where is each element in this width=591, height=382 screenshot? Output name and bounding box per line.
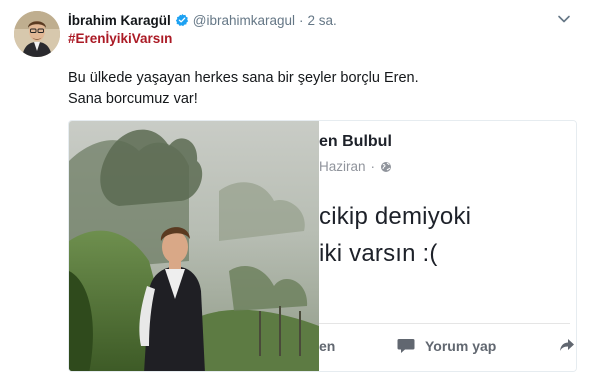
tweet-header: İbrahim Karagül @ibrahimkaragul · 2 sa. (68, 11, 337, 29)
avatar[interactable] (14, 11, 60, 57)
tweet-media[interactable]: en Bulbul Haziran · cikip demiyoki iki v… (68, 120, 577, 372)
fb-post-text-line: cikip demiyoki (319, 203, 472, 230)
media-photo[interactable] (69, 121, 319, 372)
comment-icon (397, 339, 415, 353)
hashtag-link[interactable]: #ErenİyikiVarsın (68, 31, 172, 46)
tweet-text-line: Bu ülkede yaşayan herkes sana bir şeyler… (68, 70, 419, 86)
fb-share-action (559, 338, 575, 352)
tweet-text: Bu ülkede yaşayan herkes sana bir şeyler… (68, 68, 419, 110)
fb-post-text-line: iki varsın :( (319, 240, 438, 267)
share-icon (560, 339, 574, 351)
chevron-down-icon[interactable] (557, 14, 571, 24)
tweet-text-line: Sana borcumuz var! (68, 91, 198, 107)
fb-post-date: Haziran (319, 159, 366, 174)
fb-comment-action: Yorum yap (397, 338, 496, 354)
fb-meta-separator: · (370, 159, 376, 174)
tweet: İbrahim Karagül @ibrahimkaragul · 2 sa. … (0, 0, 591, 382)
fb-like-label: en (319, 338, 336, 354)
avatar-image (14, 11, 60, 57)
author-handle[interactable]: @ibrahimkaragul (193, 13, 295, 28)
facebook-post-crop: en Bulbul Haziran · cikip demiyoki iki v… (319, 121, 576, 371)
tweet-timestamp[interactable]: 2 sa. (308, 13, 337, 28)
author-name[interactable]: İbrahim Karagül (68, 13, 171, 28)
fb-divider (319, 323, 570, 324)
header-separator: · (299, 12, 304, 28)
fb-comment-label: Yorum yap (425, 338, 497, 354)
verified-badge-icon (175, 13, 189, 27)
globe-icon (380, 161, 392, 173)
fb-post-meta: Haziran · (319, 159, 392, 174)
fb-author-name: en Bulbul (319, 133, 392, 150)
